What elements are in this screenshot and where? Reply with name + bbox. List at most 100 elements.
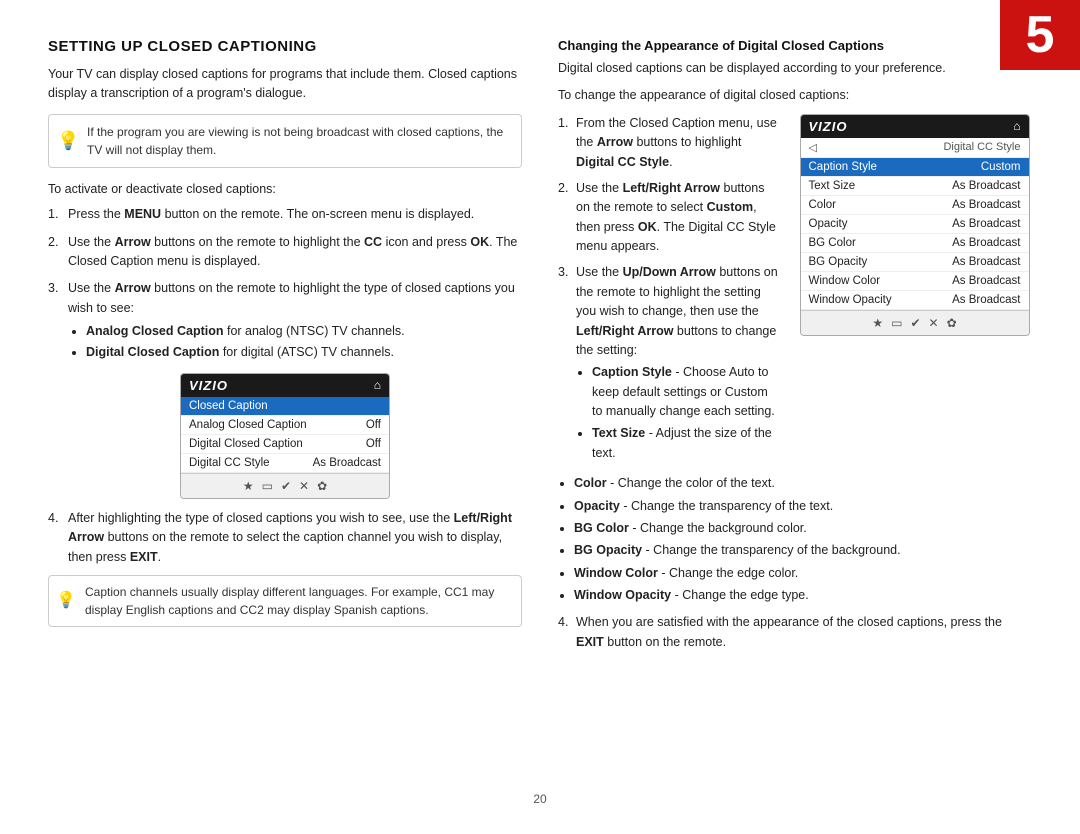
btn-rect: ▭ bbox=[262, 479, 273, 493]
bullet-analog: Analog Closed Caption for analog (NTSC) … bbox=[86, 322, 522, 341]
info-box-top: 💡 If the program you are viewing is not … bbox=[48, 114, 522, 168]
tv-row-r-7: Window Opacity As Broadcast bbox=[801, 291, 1029, 310]
bullet-window-opacity: Window Opacity - Change the edge type. bbox=[574, 586, 1032, 605]
tv-row-0: Closed Caption bbox=[181, 397, 389, 416]
tv-row-3-label: Digital CC Style bbox=[189, 457, 270, 469]
bulb-icon: 💡 bbox=[57, 127, 79, 154]
right-steps-list: 1. From the Closed Caption menu, use the… bbox=[558, 114, 781, 463]
btn-check-r: ✔ bbox=[910, 316, 920, 330]
right-step-3: 3. Use the Up/Down Arrow buttons on the … bbox=[558, 263, 781, 463]
tv-body-left: Closed Caption Analog Closed Caption Off… bbox=[181, 397, 389, 473]
step-1-num: 1. bbox=[48, 205, 58, 224]
tv-footer-right: ★ ▭ ✔ ✕ ✿ bbox=[801, 310, 1029, 335]
intro-text: Your TV can display closed captions for … bbox=[48, 65, 522, 104]
tv-row-1-label: Analog Closed Caption bbox=[189, 419, 307, 431]
page-badge-number: 5 bbox=[1026, 9, 1055, 61]
tv-row-1-value: Off bbox=[366, 419, 381, 431]
step-3: 3. Use the Arrow buttons on the remote t… bbox=[48, 279, 522, 363]
btn-star-r: ★ bbox=[872, 316, 883, 330]
tv-row-r-back-label: Digital CC Style bbox=[943, 141, 1020, 153]
page-container: SETTING UP CLOSED CAPTIONING Your TV can… bbox=[0, 0, 1080, 834]
step-4: 4. After highlighting the type of closed… bbox=[48, 509, 522, 567]
bulb-icon-bottom: 💡 bbox=[56, 589, 76, 613]
home-icon-left: ⌂ bbox=[374, 378, 381, 392]
step-2-num: 2. bbox=[48, 233, 58, 252]
tv-row-2-label: Digital Closed Caption bbox=[189, 438, 303, 450]
right-step-3-num: 3. bbox=[558, 263, 568, 282]
tv-row-r-1: Text Size As Broadcast bbox=[801, 177, 1029, 196]
page-badge: 5 bbox=[1000, 0, 1080, 70]
tv-row-3-value: As Broadcast bbox=[313, 457, 381, 469]
right-text-col: 1. From the Closed Caption menu, use the… bbox=[558, 114, 781, 470]
tv-row-r-7-label: Window Opacity bbox=[809, 294, 892, 306]
right-step-4-num: 4. bbox=[558, 613, 568, 632]
tv-row-r-2-value: As Broadcast bbox=[952, 199, 1020, 211]
right-step-1: 1. From the Closed Caption menu, use the… bbox=[558, 114, 781, 172]
tv-row-r-back-icon: ◁ bbox=[809, 141, 817, 154]
info-box-text: If the program you are viewing is not be… bbox=[87, 125, 503, 157]
right-step-2-num: 2. bbox=[558, 179, 568, 198]
step-3-num: 3. bbox=[48, 279, 58, 298]
right-step-1-num: 1. bbox=[558, 114, 568, 133]
vizio-logo-right: VIZIO bbox=[809, 119, 848, 134]
bullet-color: Color - Change the color of the text. bbox=[574, 474, 1032, 493]
tv-row-1: Analog Closed Caption Off bbox=[181, 416, 389, 435]
tv-row-r-0-value: Custom bbox=[981, 161, 1021, 173]
vizio-logo-left: VIZIO bbox=[189, 378, 228, 393]
btn-gear: ✿ bbox=[317, 479, 327, 493]
main-columns: SETTING UP CLOSED CAPTIONING Your TV can… bbox=[48, 38, 1032, 788]
subsection-title: Changing the Appearance of Digital Close… bbox=[558, 38, 1032, 53]
step-4-right-list: 4. When you are satisfied with the appea… bbox=[558, 613, 1032, 652]
tv-row-r-7-value: As Broadcast bbox=[952, 294, 1020, 306]
btn-x: ✕ bbox=[299, 479, 309, 493]
tv-row-2: Digital Closed Caption Off bbox=[181, 435, 389, 454]
tv-footer-left: ★ ▭ ✔ ✕ ✿ bbox=[181, 473, 389, 498]
right-step-3-bullets: Caption Style - Choose Auto to keep defa… bbox=[576, 363, 781, 463]
tv-row-r-2-label: Color bbox=[809, 199, 836, 211]
tv-row-r-3-label: Opacity bbox=[809, 218, 848, 230]
tv-row-r-1-value: As Broadcast bbox=[952, 180, 1020, 192]
step-4-num: 4. bbox=[48, 509, 58, 528]
bottom-bullets: Color - Change the color of the text. Op… bbox=[558, 474, 1032, 605]
page-number: 20 bbox=[533, 792, 546, 806]
tv-row-0-label: Closed Caption bbox=[189, 400, 268, 412]
tv-header-right: VIZIO ⌂ bbox=[801, 115, 1029, 138]
btn-rect-r: ▭ bbox=[891, 316, 902, 330]
steps-list-left: 1. Press the MENU button on the remote. … bbox=[48, 205, 522, 363]
right-inner-columns: 1. From the Closed Caption menu, use the… bbox=[558, 114, 1032, 470]
tv-row-3: Digital CC Style As Broadcast bbox=[181, 454, 389, 473]
bullet-window-color: Window Color - Change the edge color. bbox=[574, 564, 1032, 583]
home-icon-right: ⌂ bbox=[1013, 119, 1020, 133]
step-4-list: 4. After highlighting the type of closed… bbox=[48, 509, 522, 567]
bullet-bg-opacity: BG Opacity - Change the transparency of … bbox=[574, 541, 1032, 560]
btn-star: ★ bbox=[243, 479, 254, 493]
tv-row-r-6-label: Window Color bbox=[809, 275, 881, 287]
activate-text: To activate or deactivate closed caption… bbox=[48, 180, 522, 199]
tv-row-r-5-value: As Broadcast bbox=[952, 256, 1020, 268]
tv-row-r-5-label: BG Opacity bbox=[809, 256, 868, 268]
step-1: 1. Press the MENU button on the remote. … bbox=[48, 205, 522, 224]
tv-body-right: ◁ Digital CC Style Caption Style Custom … bbox=[801, 138, 1029, 310]
tv-row-r-2: Color As Broadcast bbox=[801, 196, 1029, 215]
left-column: SETTING UP CLOSED CAPTIONING Your TV can… bbox=[48, 38, 522, 788]
bullet-bg-color: BG Color - Change the background color. bbox=[574, 519, 1032, 538]
page-footer: 20 bbox=[48, 792, 1032, 806]
tv-row-r-4: BG Color As Broadcast bbox=[801, 234, 1029, 253]
right-intro: Digital closed captions can be displayed… bbox=[558, 59, 1032, 78]
right-column: Changing the Appearance of Digital Close… bbox=[558, 38, 1032, 788]
bullet-digital: Digital Closed Caption for digital (ATSC… bbox=[86, 343, 522, 362]
tv-mockup-right: VIZIO ⌂ ◁ Digital CC Style Caption Style… bbox=[800, 114, 1030, 336]
tv-mockup-right-container: VIZIO ⌂ ◁ Digital CC Style Caption Style… bbox=[797, 114, 1032, 470]
step-2: 2. Use the Arrow buttons on the remote t… bbox=[48, 233, 522, 272]
tv-row-r-4-value: As Broadcast bbox=[952, 237, 1020, 249]
btn-check: ✔ bbox=[281, 479, 291, 493]
bullet-caption-style: Caption Style - Choose Auto to keep defa… bbox=[592, 363, 781, 421]
tv-row-2-value: Off bbox=[366, 438, 381, 450]
right-step-4: 4. When you are satisfied with the appea… bbox=[558, 613, 1032, 652]
tv-row-r-0-label: Caption Style bbox=[809, 161, 877, 173]
btn-x-r: ✕ bbox=[929, 316, 939, 330]
tv-row-r-5: BG Opacity As Broadcast bbox=[801, 253, 1029, 272]
tv-row-r-6: Window Color As Broadcast bbox=[801, 272, 1029, 291]
tv-row-r-4-label: BG Color bbox=[809, 237, 856, 249]
right-step-intro: To change the appearance of digital clos… bbox=[558, 86, 1032, 105]
